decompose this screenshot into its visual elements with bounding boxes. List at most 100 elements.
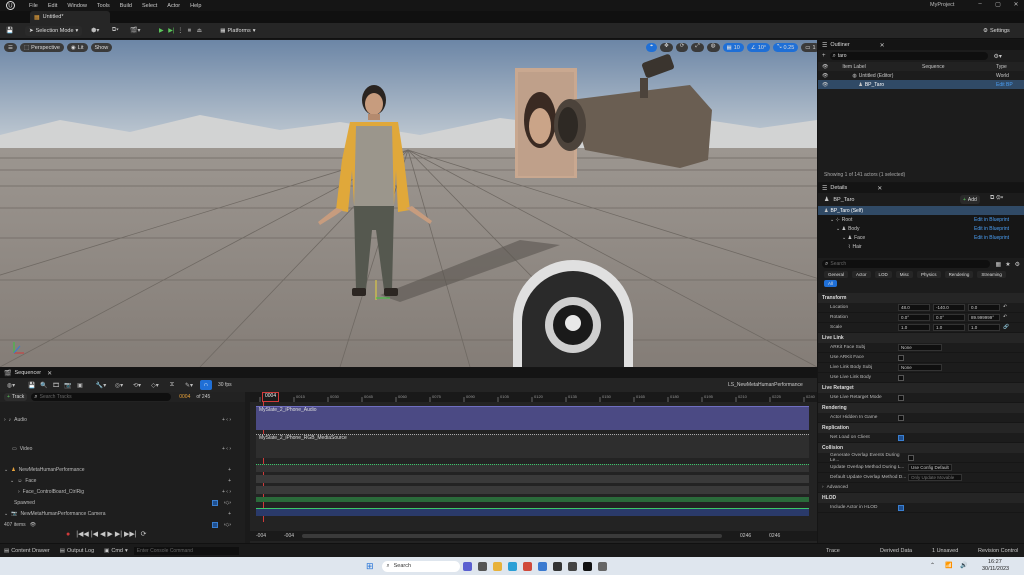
- unreal-icon[interactable]: [582, 561, 592, 571]
- key-nav-icon[interactable]: ‹◇›: [224, 500, 231, 506]
- range-start-2[interactable]: -004: [284, 533, 294, 539]
- selection-mode-dropdown[interactable]: ➤ Selection Mode ▾: [25, 25, 83, 36]
- add-track-button[interactable]: + Track: [4, 393, 28, 401]
- key-nav-icon[interactable]: ‹◇›: [224, 522, 231, 528]
- spawned-checkbox[interactable]: [211, 499, 218, 506]
- folder-icon[interactable]: [492, 561, 502, 571]
- section-collision[interactable]: Collision: [818, 443, 1024, 453]
- volume-icon[interactable]: 🔊: [960, 562, 967, 569]
- track-audio[interactable]: › ♪ Audio + ‹ ›: [0, 406, 245, 434]
- section-hlod[interactable]: HLOD: [818, 493, 1024, 503]
- time-ruler[interactable]: 0000001500300045006000750090010501200135…: [250, 392, 817, 402]
- filter-tab-rendering[interactable]: Rendering: [944, 271, 974, 278]
- trace-button[interactable]: Trace: [826, 548, 840, 554]
- column-sequence[interactable]: Sequence: [922, 64, 945, 70]
- live-retarget-checkbox[interactable]: [898, 394, 904, 401]
- prop-label[interactable]: Location: [818, 305, 898, 310]
- tab-untitled[interactable]: ▦ Untitled*: [30, 11, 110, 23]
- playhead-label[interactable]: 0004: [262, 392, 280, 402]
- add-icon[interactable]: +: [822, 53, 826, 59]
- grid-snap-button[interactable]: ▦ 10: [722, 43, 744, 52]
- menu-item-build[interactable]: Build: [120, 3, 132, 9]
- track-performance[interactable]: ⌄ ♟ NewMetaHumanPerformance +: [0, 464, 245, 475]
- advanced-toggle[interactable]: › Advanced: [818, 483, 1024, 493]
- track-control-rig[interactable]: › Face_ControlBoard_CtrlRig + ‹ ›: [0, 486, 245, 497]
- content-icon[interactable]: ⬢▾: [88, 27, 102, 34]
- play-icon[interactable]: ▶: [107, 530, 112, 538]
- world-icon[interactable]: ◍▾: [4, 382, 18, 389]
- track-camera[interactable]: ⌄ 📷 NewMetaHumanPerformance Camera +: [0, 508, 245, 519]
- gear-icon[interactable]: ⚙: [1015, 261, 1020, 268]
- filter-tab-actor[interactable]: Actor: [852, 271, 871, 278]
- component-hair[interactable]: ⌇ Hair: [818, 242, 1024, 251]
- derived-data-button[interactable]: Derived Data: [880, 548, 912, 554]
- default-overlap-dropdown[interactable]: Only Update Movable: [908, 474, 962, 481]
- track-search-input[interactable]: ⌕ Search Tracks: [31, 393, 172, 401]
- spawned-section[interactable]: [256, 497, 809, 502]
- filter-tab-streaming[interactable]: Streaming: [977, 271, 1006, 278]
- range-bar[interactable]: -004 -004 0246 0246: [250, 531, 817, 541]
- filter-tab-lod[interactable]: LOD: [874, 271, 892, 278]
- range-start[interactable]: -004: [256, 533, 266, 539]
- location-x[interactable]: 48.0: [898, 304, 930, 311]
- content-drawer-icon[interactable]: ▤: [4, 548, 9, 554]
- menu-item-tools[interactable]: Tools: [97, 3, 110, 9]
- key-icon[interactable]: 🔧▾: [94, 382, 108, 389]
- filter-tab-physics[interactable]: Physics: [917, 271, 941, 278]
- component-body[interactable]: ⌄ ♟ Body Edit in Blueprint: [818, 224, 1024, 233]
- section-replication[interactable]: Replication: [818, 423, 1024, 433]
- location-z[interactable]: 0.0: [968, 304, 1000, 311]
- rotate-icon[interactable]: ⟳: [675, 43, 689, 52]
- video-clip[interactable]: MySlate_2_iPhone_RGB_MediaSource: [256, 434, 809, 458]
- outliner-title[interactable]: Outliner: [830, 42, 849, 48]
- next-key-icon[interactable]: ▶|: [115, 530, 122, 538]
- range-scrollbar[interactable]: [302, 534, 723, 538]
- control-rig-section[interactable]: [256, 486, 809, 494]
- audio-clip[interactable]: MySlate_2_iPhone_Audio: [256, 406, 809, 430]
- jump-end-icon[interactable]: ▶▶|: [124, 530, 137, 538]
- console-input[interactable]: Enter Console Command: [133, 546, 239, 555]
- menu-item-file[interactable]: File: [29, 3, 38, 9]
- menu-item-window[interactable]: Window: [67, 3, 87, 9]
- render-icon[interactable]: ▣: [74, 382, 86, 389]
- prop-label[interactable]: Rotation: [818, 315, 898, 320]
- track-face[interactable]: ⌄ ☺ Face +: [0, 475, 245, 486]
- film-icon[interactable]: 🎞: [50, 382, 62, 389]
- rotation-x[interactable]: 0.0°: [898, 314, 930, 321]
- view-icon[interactable]: ◎▾: [112, 382, 126, 389]
- use-live-link-body-checkbox[interactable]: [898, 374, 904, 381]
- eject-icon[interactable]: ⏏: [194, 27, 204, 34]
- playback-icon[interactable]: ⟲▾: [130, 382, 144, 389]
- select-mode-icon[interactable]: ⌖: [646, 43, 658, 52]
- edit-in-blueprint-link[interactable]: Edit in Blueprint: [974, 226, 1009, 232]
- close-icon[interactable]: ✕: [877, 185, 882, 192]
- section-live-link[interactable]: Live Link: [818, 333, 1024, 343]
- star-icon[interactable]: ★: [1005, 261, 1010, 268]
- content-drawer-button[interactable]: Content Drawer: [11, 548, 50, 554]
- tangent-icon[interactable]: ⧖: [166, 382, 178, 389]
- camera-speed-button[interactable]: ▭ 1: [801, 43, 817, 52]
- edit-in-blueprint-link[interactable]: Edit in Blueprint: [974, 235, 1009, 241]
- rotation-y[interactable]: 0.0°: [933, 314, 965, 321]
- edit-in-blueprint-link[interactable]: Edit in Blueprint: [974, 217, 1009, 223]
- minimize-icon[interactable]: –: [975, 1, 985, 7]
- filter-icon[interactable]: ⚙▾: [994, 53, 1002, 60]
- outliner-search-input[interactable]: ⌕ taro: [829, 52, 988, 60]
- menu-item-actor[interactable]: Actor: [167, 3, 180, 9]
- chevron-down-icon[interactable]: ▾: [125, 548, 128, 554]
- camera-icon[interactable]: 📷: [62, 382, 74, 389]
- play-options-icon[interactable]: ⋮: [176, 27, 184, 34]
- play-reverse-icon[interactable]: ◀: [100, 530, 105, 538]
- lock-icon[interactable]: 🔗: [1003, 325, 1009, 330]
- track-spawned[interactable]: Spawned ‹◇›: [0, 497, 245, 508]
- stop-icon[interactable]: ■: [184, 28, 194, 34]
- net-load-checkbox[interactable]: [898, 434, 904, 441]
- arkit-face-subj-dropdown[interactable]: None: [898, 344, 942, 351]
- show-button[interactable]: Show: [90, 43, 113, 52]
- close-icon[interactable]: ✕: [47, 370, 52, 377]
- add-icon[interactable]: +: [228, 511, 231, 517]
- terminal-icon[interactable]: [552, 561, 562, 571]
- outliner-row-bp-taro[interactable]: 👁 ♟ BP_Taro Edit BP: [818, 80, 1024, 89]
- filter-tab-all[interactable]: All: [824, 280, 838, 287]
- timeline-area[interactable]: 0000001500300045006000750090010501200135…: [250, 392, 817, 543]
